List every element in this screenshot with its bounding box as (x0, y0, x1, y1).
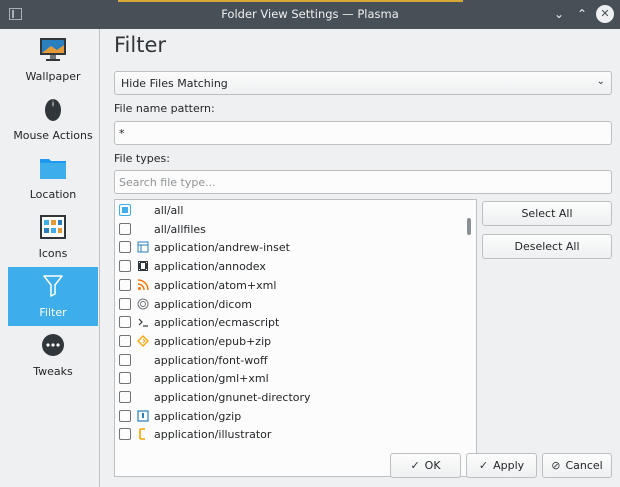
filter-mode-value: Hide Files Matching (121, 77, 228, 90)
checkmark-icon: ✓ (410, 459, 420, 472)
funnel-icon (43, 275, 63, 297)
filter-page: Filter Hide Files Matching ⌄ File name p… (100, 29, 620, 487)
filter-mode-select[interactable]: Hide Files Matching ⌄ (114, 71, 612, 95)
ok-button[interactable]: ✓ OK (390, 453, 461, 478)
file-type-name: application/illustrator (154, 428, 272, 442)
chevron-down-icon: ⌄ (596, 76, 605, 87)
list-item[interactable]: application/illustrator (115, 425, 465, 444)
cancel-label: Cancel (565, 459, 603, 472)
page-title: Filter (114, 33, 167, 57)
cancel-icon: ⊘ (551, 459, 561, 472)
checkbox[interactable] (119, 334, 131, 347)
list-item[interactable]: application/gnunet-directory (115, 388, 465, 407)
file-type-name: application/gml+xml (154, 372, 269, 386)
sidebar-item-location[interactable]: Location (8, 149, 98, 208)
terminal-prompt-icon (138, 318, 148, 327)
document-layout-icon (137, 241, 149, 253)
sidebar-item-filter[interactable]: Filter (8, 267, 98, 326)
rss-feed-icon (137, 279, 149, 290)
file-type-name: application/annodex (154, 260, 266, 274)
file-type-name: all/allfiles (154, 222, 206, 236)
checkbox[interactable] (119, 353, 131, 366)
monitor-icon (40, 38, 66, 61)
list-item[interactable]: application/ecmascript (115, 313, 465, 332)
list-scrollbar-handle[interactable] (467, 218, 471, 235)
file-type-name: application/atom+xml (154, 278, 277, 292)
file-type-name: application/andrew-inset (154, 241, 290, 255)
sidebar-item-mouse-actions[interactable]: Mouse Actions (8, 90, 98, 149)
mouse-icon (45, 99, 61, 121)
dicom-icon (137, 298, 149, 309)
file-type-name: application/ecmascript (154, 316, 280, 330)
checkmark-icon: ✓ (478, 459, 489, 472)
list-item[interactable]: application/font-woff (115, 351, 465, 370)
list-item[interactable]: application/epub+zip (115, 332, 465, 351)
sidebar-item-label: Location (29, 188, 77, 201)
apply-button[interactable]: ✓ Apply (466, 453, 537, 478)
minimize-button[interactable]: ⌄ (550, 5, 568, 23)
sidebar: Wallpaper Mouse Actions Location Icons F… (0, 29, 100, 487)
list-item[interactable]: all/all (115, 201, 465, 220)
checkbox[interactable] (119, 297, 131, 310)
list-item[interactable]: application/andrew-inset (115, 238, 465, 257)
checkbox[interactable] (119, 391, 131, 403)
checkbox[interactable] (119, 204, 131, 216)
file-type-name: application/font-woff (154, 353, 268, 367)
checkbox[interactable] (119, 372, 131, 385)
list-item[interactable]: application/annodex (115, 257, 465, 276)
pattern-input[interactable]: * (114, 121, 612, 145)
sidebar-item-label: Filter (39, 306, 67, 319)
apply-label: Apply (493, 459, 525, 472)
list-item[interactable]: application/gml+xml (115, 369, 465, 388)
file-type-name: application/dicom (154, 297, 252, 311)
archive-icon (137, 410, 149, 422)
checkbox[interactable] (119, 260, 131, 273)
close-button[interactable]: ✕ (596, 5, 614, 23)
deselect-all-button[interactable]: Deselect All (482, 234, 612, 259)
film-icon (138, 261, 148, 272)
file-type-name: application/gnunet-directory (154, 391, 311, 404)
sidebar-item-icons[interactable]: Icons (8, 208, 98, 267)
sidebar-item-label: Tweaks (33, 365, 73, 378)
sidebar-item-label: Icons (38, 247, 68, 260)
file-type-name: application/gzip (154, 409, 242, 423)
checkbox[interactable] (119, 241, 131, 254)
file-types-list[interactable]: all/all all/allfiles application/andrew-… (114, 199, 477, 477)
checkbox[interactable] (119, 278, 131, 291)
list-item[interactable]: application/atom+xml (115, 276, 465, 295)
checkbox[interactable] (119, 222, 131, 235)
folder-icon (40, 159, 66, 179)
list-item[interactable]: application/dicom (115, 295, 465, 314)
epub-icon (137, 334, 149, 347)
sidebar-item-wallpaper[interactable]: Wallpaper (8, 31, 98, 90)
title-bar: Folder View Settings — Plasma ⌄ ⌃ ✕ (0, 0, 620, 29)
list-item[interactable]: application/gzip (115, 407, 465, 426)
checkbox[interactable] (119, 409, 131, 422)
file-types-label: File types: (114, 152, 170, 165)
checkbox[interactable] (119, 428, 131, 441)
select-all-button[interactable]: Select All (482, 201, 612, 226)
icons-grid-icon (40, 215, 66, 239)
ok-label: OK (424, 459, 441, 472)
file-type-search-input[interactable]: Search file type... (114, 170, 612, 194)
checkbox[interactable] (119, 316, 131, 329)
file-type-name: all/all (154, 204, 184, 217)
window-title: Folder View Settings — Plasma (221, 7, 399, 21)
sidebar-item-label: Wallpaper (25, 70, 81, 83)
pattern-label: File name pattern: (114, 102, 215, 115)
file-type-name: application/epub+zip (154, 334, 272, 348)
sidebar-item-tweaks[interactable]: Tweaks (8, 326, 98, 385)
sidebar-item-label: Mouse Actions (13, 129, 93, 142)
maximize-button[interactable]: ⌃ (573, 5, 591, 23)
cancel-button[interactable]: ⊘ Cancel (542, 453, 612, 478)
more-dots-icon (42, 334, 64, 356)
list-item[interactable]: all/allfiles (115, 220, 465, 239)
illustrator-icon (139, 428, 145, 441)
titlebar-accent (118, 0, 463, 2)
